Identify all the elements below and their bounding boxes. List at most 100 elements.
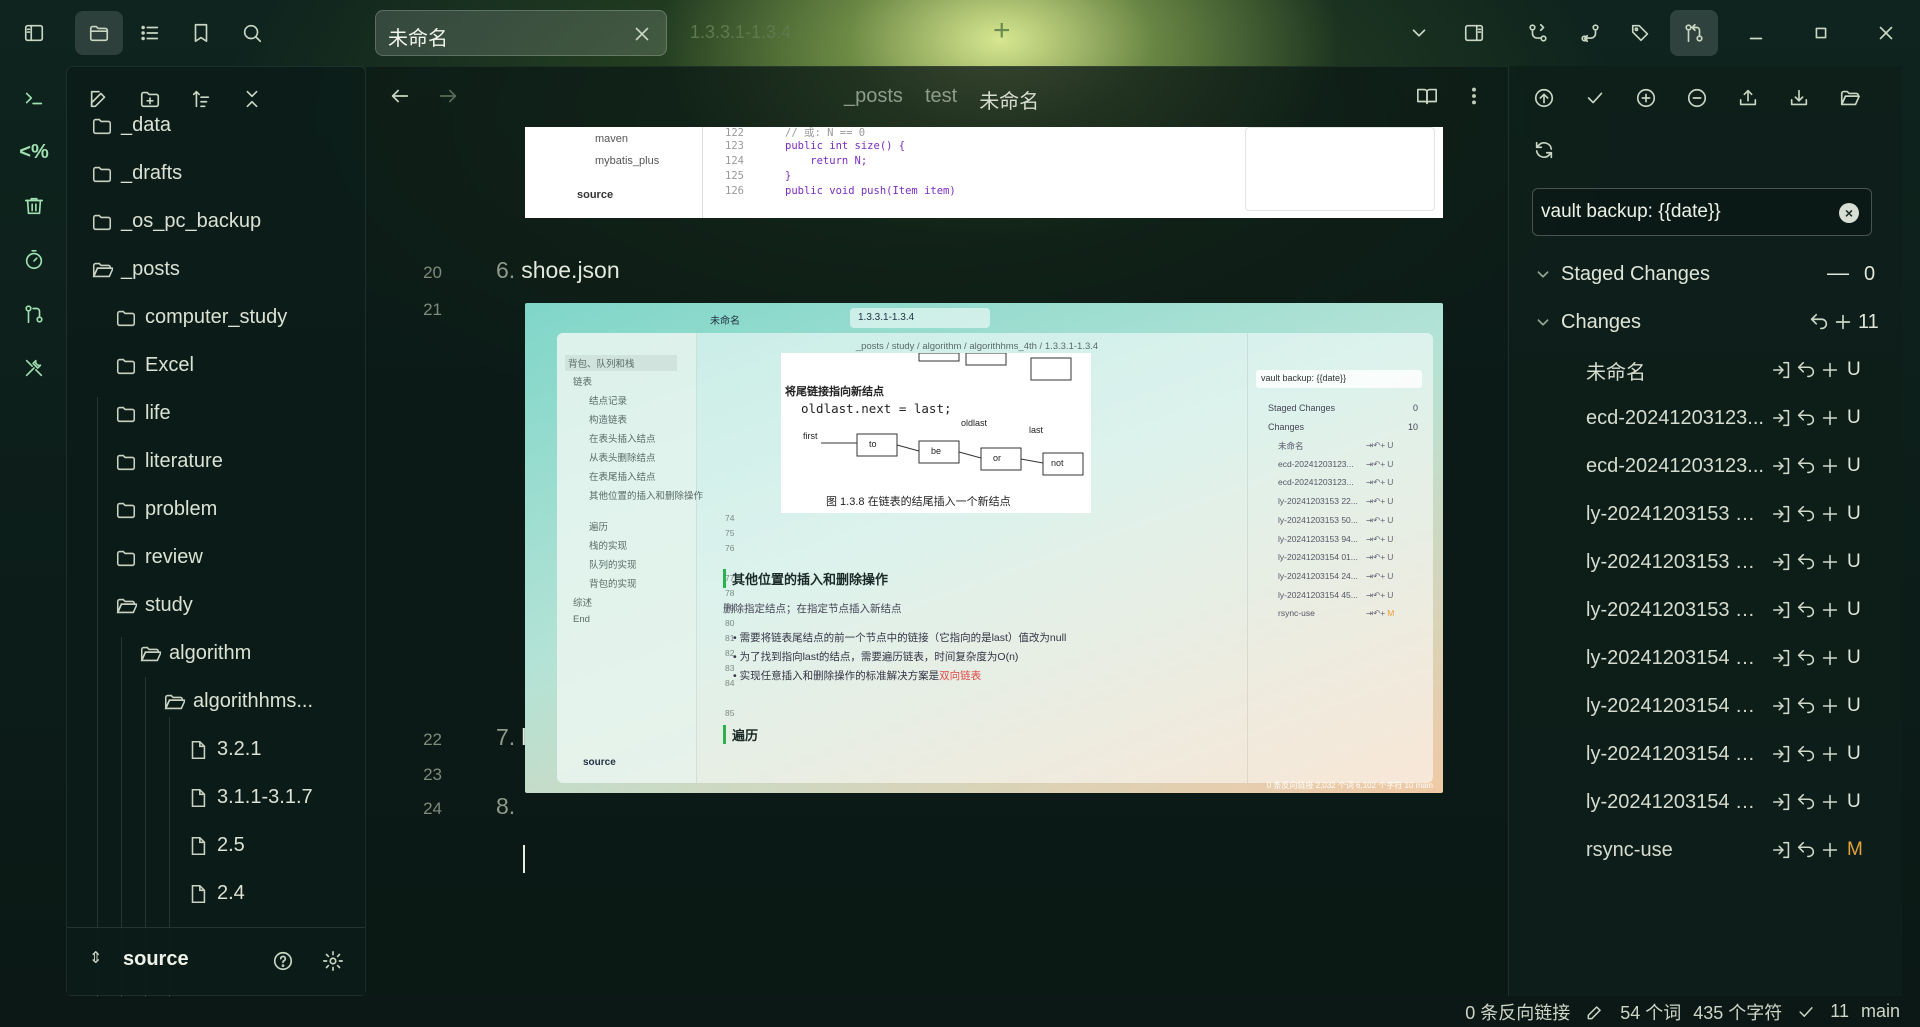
- tree-folder[interactable]: study: [115, 594, 193, 617]
- minimize-icon[interactable]: [1740, 17, 1772, 49]
- discard-icon[interactable]: [1795, 743, 1817, 765]
- tags-icon[interactable]: [1625, 17, 1657, 49]
- changes-section-header[interactable]: Changes 11: [1509, 302, 1903, 342]
- breadcrumb-item[interactable]: test: [925, 85, 957, 114]
- backlinks-count[interactable]: 0 条反向链接: [1465, 999, 1570, 1025]
- stage-icon[interactable]: [1819, 359, 1841, 381]
- close-window-icon[interactable]: [1870, 17, 1902, 49]
- discard-icon[interactable]: [1795, 503, 1817, 525]
- tree-folder[interactable]: life: [115, 402, 171, 425]
- breadcrumb-item[interactable]: _posts: [844, 85, 903, 114]
- discard-icon[interactable]: [1795, 695, 1817, 717]
- open-file-icon[interactable]: [1771, 359, 1793, 381]
- git-pull-icon[interactable]: [1522, 17, 1554, 49]
- vault-switcher-icon[interactable]: ⇕: [89, 948, 102, 968]
- changed-file-row[interactable]: ly-20241203153 94... U: [1509, 590, 1903, 630]
- stage-all-plus-icon[interactable]: [1827, 306, 1859, 338]
- changed-file-row[interactable]: ly-20241203153 50... U: [1509, 542, 1903, 582]
- back-arrow-icon[interactable]: [384, 80, 416, 112]
- discard-icon[interactable]: [1795, 839, 1817, 861]
- tree-folder[interactable]: algorithhms...: [163, 690, 313, 713]
- tree-file[interactable]: 2.5: [187, 834, 245, 857]
- changed-file-row[interactable]: ly-20241203154 45... U: [1509, 734, 1903, 774]
- maximize-icon[interactable]: [1805, 17, 1837, 49]
- sidebar-toggle-icon[interactable]: [18, 17, 50, 49]
- tab-active[interactable]: 未命名: [375, 10, 667, 56]
- tree-folder[interactable]: _os_pc_backup: [91, 210, 261, 233]
- files-view-button[interactable]: [75, 11, 123, 55]
- edit-mode-icon[interactable]: [1582, 999, 1608, 1025]
- settings-icon[interactable]: [317, 945, 349, 977]
- changed-file-row[interactable]: ly-20241203153 22... U: [1509, 494, 1903, 534]
- unstage-icon[interactable]: —: [1827, 260, 1849, 286]
- tree-folder[interactable]: _data: [91, 114, 171, 137]
- outline-icon[interactable]: [134, 17, 166, 49]
- open-file-icon[interactable]: [1771, 503, 1793, 525]
- changed-file-row[interactable]: 未命名 U: [1509, 350, 1903, 390]
- close-icon[interactable]: [626, 18, 658, 50]
- help-icon[interactable]: [267, 945, 299, 977]
- git-branch-icon[interactable]: [18, 298, 50, 330]
- sort-icon[interactable]: [185, 83, 217, 115]
- breadcrumb-current[interactable]: 未命名: [979, 85, 1039, 114]
- new-tab-button[interactable]: +: [993, 14, 1011, 48]
- discard-icon[interactable]: [1795, 791, 1817, 813]
- tree-file[interactable]: 3.1.1-3.1.7: [187, 786, 313, 809]
- templater-icon[interactable]: <%: [18, 136, 50, 168]
- download-icon[interactable]: [1783, 82, 1815, 114]
- tree-file[interactable]: 2.4: [187, 882, 245, 905]
- clear-input-icon[interactable]: ×: [1839, 203, 1859, 223]
- timer-icon[interactable]: [18, 244, 50, 276]
- git-view-button[interactable]: [1670, 10, 1718, 56]
- open-file-icon[interactable]: [1771, 455, 1793, 477]
- chevron-down-icon[interactable]: [1403, 17, 1435, 49]
- tree-folder[interactable]: review: [115, 546, 203, 569]
- changed-file-row[interactable]: ecd-20241203123... U: [1509, 446, 1903, 486]
- commit-message-input[interactable]: vault backup: {{date}}: [1541, 201, 1721, 223]
- changed-file-row[interactable]: ecd-20241203123... U: [1509, 398, 1903, 438]
- git-push-icon[interactable]: [1574, 17, 1606, 49]
- stage-icon[interactable]: [1819, 503, 1841, 525]
- changed-file-row[interactable]: ly-20241203154 54... U: [1509, 782, 1903, 822]
- tree-folder[interactable]: algorithm: [139, 642, 251, 665]
- stage-icon[interactable]: [1819, 455, 1841, 477]
- stage-all-icon[interactable]: [1630, 82, 1662, 114]
- discard-icon[interactable]: [1795, 407, 1817, 429]
- editor-line[interactable]: [496, 294, 502, 321]
- changed-file-row[interactable]: ly-20241203154 24... U: [1509, 686, 1903, 726]
- upload-icon[interactable]: [1732, 82, 1764, 114]
- changed-file-row[interactable]: rsync-use M: [1509, 830, 1903, 870]
- open-folder-icon[interactable]: [1834, 82, 1866, 114]
- stage-icon[interactable]: [1819, 695, 1841, 717]
- vault-name[interactable]: source: [123, 948, 189, 971]
- discard-icon[interactable]: [1795, 455, 1817, 477]
- tools-icon[interactable]: [18, 352, 50, 384]
- tree-folder[interactable]: _posts: [91, 258, 180, 281]
- open-file-icon[interactable]: [1771, 599, 1793, 621]
- more-options-icon[interactable]: [1458, 80, 1490, 112]
- editor-line[interactable]: [496, 759, 502, 786]
- stage-icon[interactable]: [1819, 839, 1841, 861]
- open-file-icon[interactable]: [1771, 839, 1793, 861]
- search-icon[interactable]: [236, 17, 268, 49]
- stage-icon[interactable]: [1819, 647, 1841, 669]
- stage-icon[interactable]: [1819, 551, 1841, 573]
- unstage-all-icon[interactable]: [1681, 82, 1713, 114]
- open-file-icon[interactable]: [1771, 695, 1793, 717]
- open-file-icon[interactable]: [1771, 407, 1793, 429]
- tab-inactive[interactable]: 1.3.3.1-1.3.4: [690, 22, 791, 43]
- stage-icon[interactable]: [1819, 599, 1841, 621]
- bookmark-icon[interactable]: [185, 17, 217, 49]
- discard-icon[interactable]: [1795, 647, 1817, 669]
- right-sidebar-toggle-icon[interactable]: [1458, 17, 1490, 49]
- commit-message-box[interactable]: vault backup: {{date}} ×: [1532, 188, 1872, 236]
- changed-file-row[interactable]: ly-20241203154 01... U: [1509, 638, 1903, 678]
- refresh-icon[interactable]: [1528, 134, 1560, 166]
- open-file-icon[interactable]: [1771, 647, 1793, 669]
- stage-icon[interactable]: [1819, 407, 1841, 429]
- git-branch[interactable]: main: [1861, 1001, 1900, 1022]
- tree-folder[interactable]: literature: [115, 450, 223, 473]
- new-note-icon[interactable]: [83, 83, 115, 115]
- editor-line[interactable]: 6. shoe.json: [496, 257, 620, 284]
- open-file-icon[interactable]: [1771, 743, 1793, 765]
